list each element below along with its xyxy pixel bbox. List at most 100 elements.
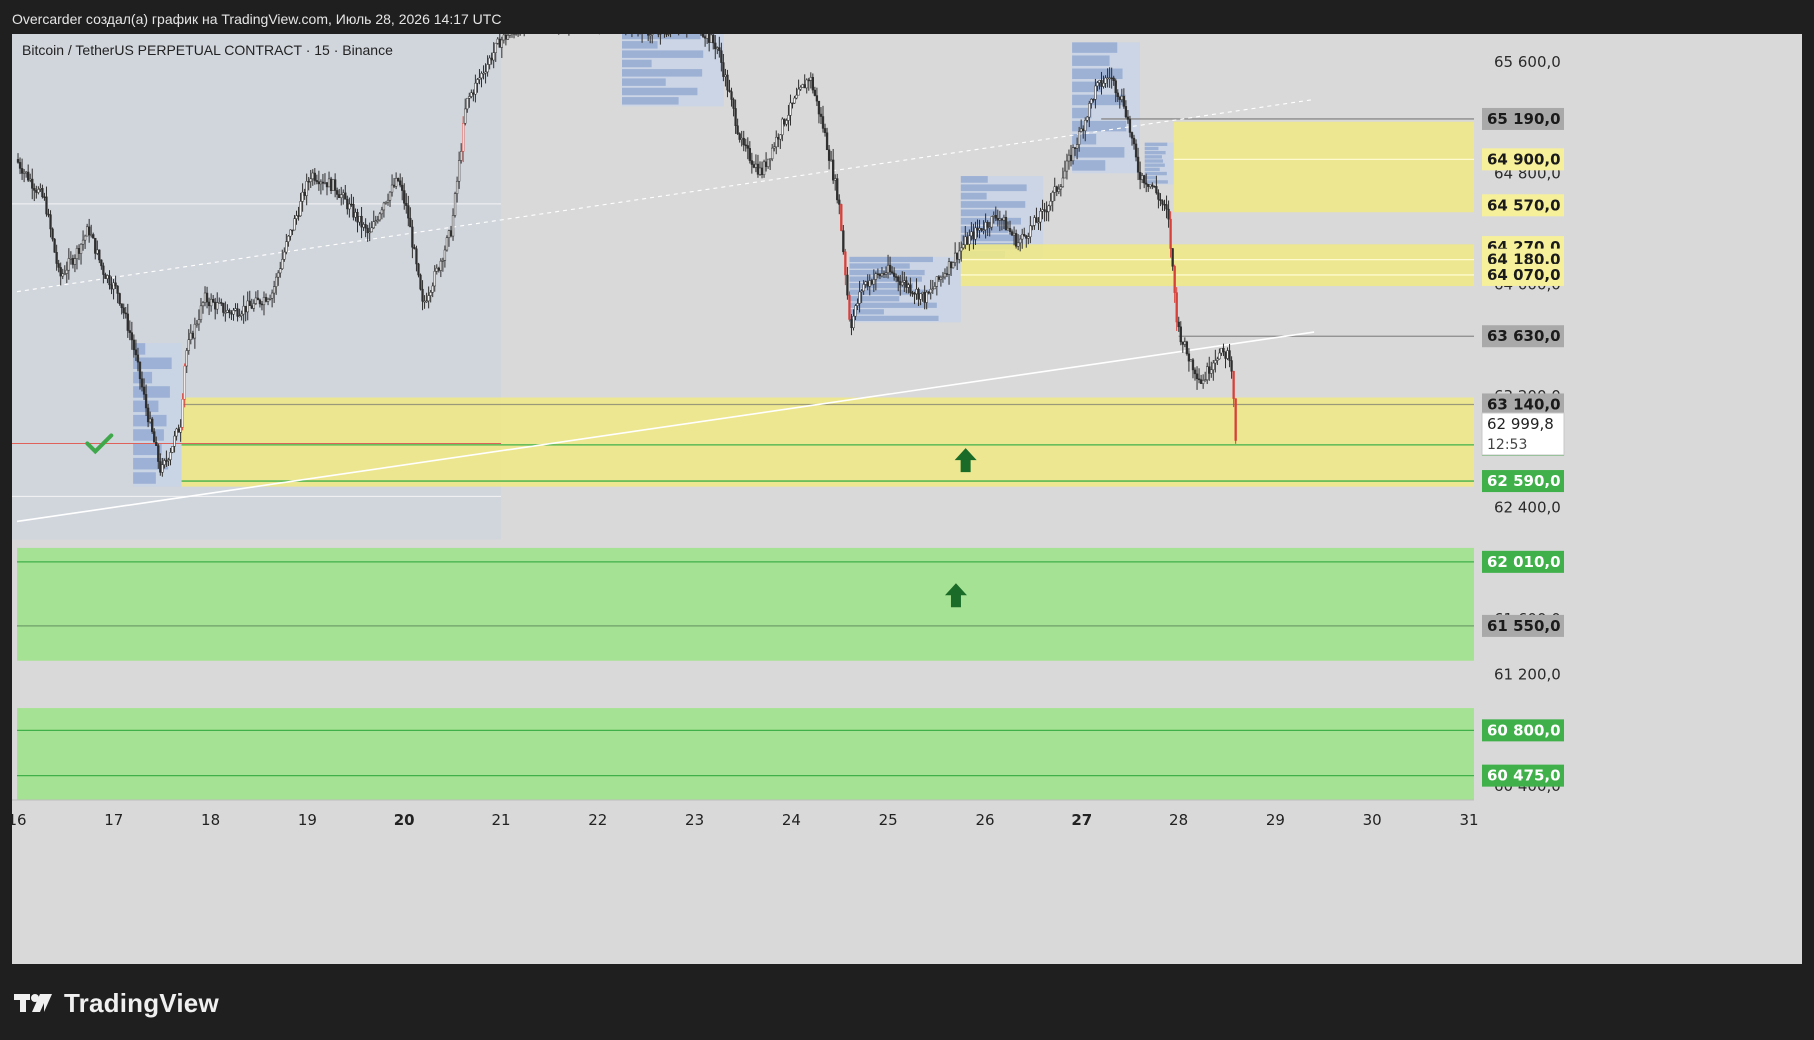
candle-body <box>283 251 286 260</box>
candle-body <box>1157 192 1160 200</box>
volume-profile-bar <box>1072 133 1097 145</box>
candle-body <box>720 50 723 63</box>
candle-body <box>813 89 817 96</box>
time-tick-label: 23 <box>685 811 704 829</box>
candle-body <box>742 137 745 146</box>
candle-body <box>163 460 166 465</box>
candle-body <box>827 149 831 161</box>
candle-body <box>943 273 947 278</box>
candle-body <box>1132 137 1136 145</box>
candle-body <box>281 259 284 269</box>
candle-body <box>974 227 977 240</box>
volume-profile-bar <box>1144 146 1159 151</box>
chart-area[interactable]: 65 600,064 800,064 000,063 200,062 400,0… <box>12 34 1802 964</box>
candle-body <box>100 259 103 267</box>
candle-body <box>372 221 375 229</box>
candle-body <box>1000 218 1004 221</box>
candle-body <box>762 161 766 175</box>
volume-profile-bar <box>622 97 679 105</box>
candle-body <box>252 303 255 309</box>
candle-body <box>1149 184 1152 187</box>
candle-body <box>464 108 467 124</box>
candle-body <box>102 265 105 275</box>
candle-body <box>1035 217 1038 223</box>
candle-body <box>913 292 916 295</box>
candle-body <box>775 136 778 148</box>
price-chart[interactable]: 65 600,064 800,064 000,063 200,062 400,0… <box>12 34 1802 964</box>
volume-profile-bar <box>849 263 910 269</box>
candle-body <box>384 201 388 204</box>
candle-body <box>931 288 934 291</box>
candle-body <box>425 300 428 303</box>
candle-body <box>787 115 790 121</box>
candle-body <box>994 215 997 219</box>
price-label: 64 900,0 <box>1487 150 1561 168</box>
candle-body <box>1063 170 1067 179</box>
candle-body <box>18 162 22 169</box>
candle-body <box>403 190 406 204</box>
candle-body <box>1159 199 1162 202</box>
candle-body <box>79 243 83 254</box>
candle-body <box>177 428 180 433</box>
price-label: 63 630,0 <box>1487 327 1561 345</box>
candle-body <box>287 235 290 242</box>
candle-body <box>500 39 503 48</box>
candle-body <box>958 250 961 260</box>
candle-body <box>212 298 215 303</box>
candle-body <box>185 350 188 367</box>
candle-body <box>439 260 442 271</box>
time-tick-label: 16 <box>12 811 27 829</box>
candle-body <box>972 231 975 240</box>
candle-body <box>138 361 142 380</box>
volume-profile-bar <box>133 386 170 398</box>
candle-body <box>220 302 223 304</box>
candle-body <box>1065 160 1069 172</box>
volume-profile-bar <box>849 315 939 321</box>
price-label: 64 070,0 <box>1487 266 1561 284</box>
candle-body <box>1092 99 1095 101</box>
candle-body <box>482 72 485 75</box>
candle-body <box>22 171 26 174</box>
candle-body <box>795 94 798 99</box>
candle-body <box>75 248 79 259</box>
candle-body <box>508 34 512 36</box>
candle-body <box>415 248 418 265</box>
candle-body <box>1051 192 1054 202</box>
candle-body <box>285 241 288 253</box>
candle-body <box>1088 103 1091 118</box>
candle-body <box>996 218 999 221</box>
candle-body <box>189 332 192 340</box>
candle-body <box>769 158 772 161</box>
price-label: 62 590,0 <box>1487 472 1561 490</box>
candle-body <box>962 244 965 249</box>
candle-body <box>864 281 867 285</box>
candle-body <box>789 102 792 116</box>
price-label: 61 550,0 <box>1487 617 1561 635</box>
candle-body <box>868 280 871 287</box>
candle-body <box>649 34 652 36</box>
candle-body <box>941 276 945 279</box>
candle-body <box>120 303 123 309</box>
candle-body <box>92 234 95 239</box>
candle-body <box>293 218 296 231</box>
candle-body <box>201 302 205 307</box>
candle-body <box>1189 359 1193 362</box>
candle-body <box>146 407 150 423</box>
candle-body <box>24 171 28 174</box>
candle-body <box>1061 177 1065 187</box>
candle-body <box>856 303 859 306</box>
candle-body <box>157 445 160 462</box>
candle-body <box>112 282 115 290</box>
candle-body <box>409 217 412 228</box>
candle-body <box>236 308 239 317</box>
candle-body <box>106 275 109 279</box>
candle-body <box>766 158 770 167</box>
candle-body <box>451 215 455 237</box>
candle-body <box>122 307 125 314</box>
candle-body <box>1047 205 1050 212</box>
candle-body <box>466 97 469 110</box>
candle-body <box>419 274 422 290</box>
candle-body <box>888 264 892 272</box>
candle-body <box>1210 369 1213 374</box>
candle-body <box>272 286 276 294</box>
